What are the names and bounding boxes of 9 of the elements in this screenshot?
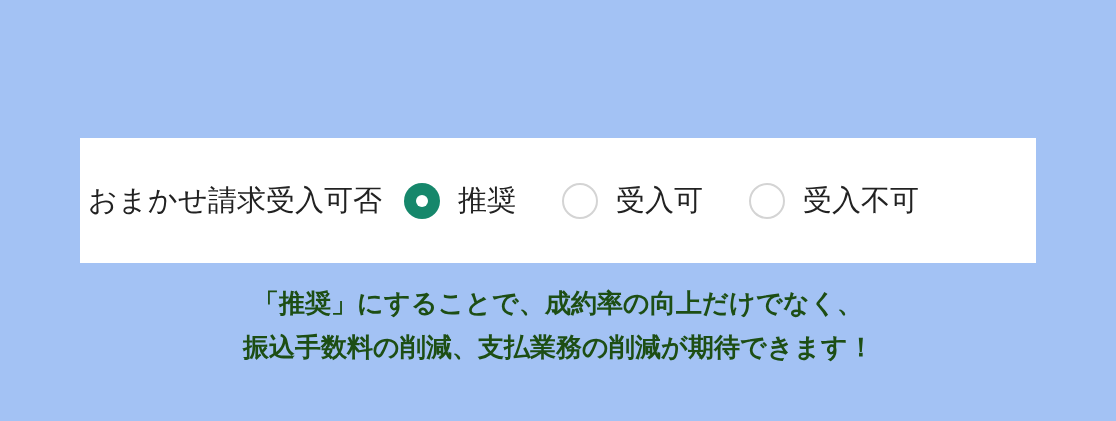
radio-button[interactable] [404,182,440,219]
note-text: 「推奨」にすることで、成約率の向上だけでなく、 [253,287,863,320]
option-label: 受入可 [616,181,703,219]
field-label: おまかせ請求受入可否 [88,181,382,219]
radio-button[interactable] [749,182,785,219]
note-text: 振込手数料の削減、支払業務の削減が期待できます！ [242,331,874,364]
option-label: 受入不可 [803,181,919,219]
option-label: 推奨 [458,181,516,219]
radio-button[interactable] [562,182,598,219]
